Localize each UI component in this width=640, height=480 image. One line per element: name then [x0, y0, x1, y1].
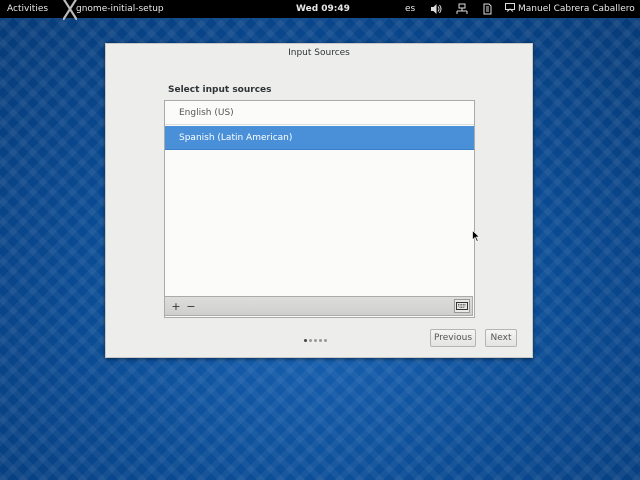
list-item-selected[interactable]: Spanish (Latin American) — [165, 126, 474, 150]
keyboard-icon — [456, 302, 468, 310]
add-source-button[interactable]: + — [168, 299, 184, 315]
x-logo-icon — [63, 0, 77, 20]
page-dot — [319, 339, 322, 342]
list-toolbar: + − — [164, 296, 473, 316]
window-title: Input Sources — [288, 48, 350, 58]
page-dot — [324, 339, 327, 342]
app-name: gnome-initial-setup — [76, 4, 164, 14]
user-name: Manuel Cabrera Caballero — [518, 4, 635, 14]
network-wired-icon[interactable] — [456, 3, 468, 15]
previous-button[interactable]: Previous — [430, 329, 476, 347]
page-dot — [314, 339, 317, 342]
user-menu[interactable]: Manuel Cabrera Caballero — [505, 0, 635, 18]
clock[interactable]: Wed 09:49 — [296, 0, 350, 18]
activities-button[interactable]: Activities — [7, 0, 48, 18]
input-sources-list[interactable]: English (US) Spanish (Latin American) — [164, 100, 475, 318]
top-bar: Activities gnome-initial-setup Wed 09:49… — [0, 0, 640, 20]
volume-icon[interactable] — [430, 3, 442, 15]
next-button[interactable]: Next — [485, 329, 517, 347]
show-keyboard-layout-button[interactable] — [454, 299, 470, 313]
page-indicator — [304, 337, 329, 344]
accessibility-icon[interactable] — [481, 3, 493, 15]
keyboard-layout-indicator[interactable]: es — [405, 0, 415, 18]
list-item[interactable]: English (US) — [165, 101, 474, 125]
remove-source-button[interactable]: − — [183, 299, 199, 315]
mouse-pointer-icon — [472, 230, 480, 242]
setup-window: Input Sources Select input sources Engli… — [105, 43, 533, 358]
page-dot — [304, 339, 307, 342]
user-icon — [505, 3, 515, 12]
page-dot — [309, 339, 312, 342]
section-label: Select input sources — [168, 85, 272, 95]
